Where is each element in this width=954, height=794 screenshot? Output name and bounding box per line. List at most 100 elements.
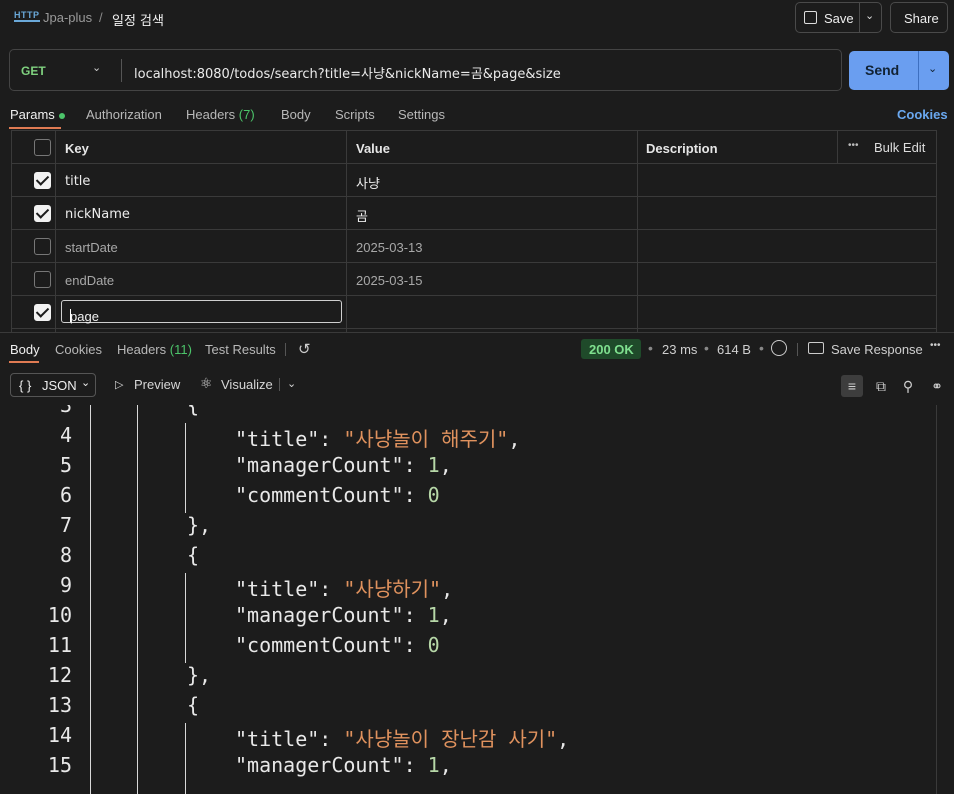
response-size[interactable]: 614 B [717,342,751,357]
braces-icon: { } [19,378,32,393]
save-button[interactable]: Save ⌄ [795,2,882,33]
globe-icon[interactable] [771,340,787,356]
text-caret [70,309,71,322]
code-line: "title": "사냥놀이 해주기", [235,423,520,452]
json-colon: : [319,427,344,451]
param-key: page [70,309,99,324]
param-key[interactable]: nickName [65,207,130,222]
json-comma: , [439,453,452,477]
chevron-down-icon[interactable]: ⌄ [865,9,874,22]
url-input[interactable]: localhost:8080/todos/search?title=사냥&nic… [134,63,561,82]
divider [279,378,280,391]
cookies-link[interactable]: Cookies [897,107,948,122]
visualize-button[interactable]: Visualize [221,377,273,392]
param-checkbox[interactable] [34,172,51,189]
panel-divider[interactable] [0,332,954,333]
divider [285,343,286,356]
param-value[interactable]: 2025-03-15 [356,273,423,288]
json-number-value: 1 [427,753,440,777]
table-row: title 사냥 [12,164,936,197]
param-checkbox[interactable] [34,271,51,288]
select-all-checkbox[interactable] [34,139,51,156]
json-colon: : [403,633,428,657]
param-key-input[interactable]: page [61,300,342,324]
preview-button[interactable]: Preview [134,377,180,392]
tab-authorization[interactable]: Authorization [86,107,162,122]
link-icon[interactable]: ⚭ [926,375,948,397]
param-checkbox[interactable] [34,304,51,321]
param-key[interactable]: endDate [65,273,114,288]
tab-scripts[interactable]: Scripts [335,107,375,122]
param-value[interactable]: 2025-03-13 [356,240,423,255]
param-key[interactable]: startDate [65,240,118,255]
tab-response-headers[interactable]: Headers (11) [117,342,192,357]
line-number: 5 [59,453,72,477]
code-line: "title": "사냥하기", [235,573,453,602]
tab-body[interactable]: Body [281,107,311,122]
history-icon[interactable]: ↺ [298,340,311,358]
json-colon: : [403,603,428,627]
json-number-value: 1 [427,603,440,627]
separator-dot: • [648,340,653,356]
line-number: 15 [47,753,72,777]
response-time[interactable]: 23 ms [662,342,697,357]
json-number-value: 1 [427,453,440,477]
json-punctuation: }, [187,513,212,537]
response-body-viewer[interactable]: 3 {4 "title": "사냥놀이 해주기", 5 "managerCount": … [0,405,954,794]
json-colon: : [319,577,344,601]
scrollbar-track[interactable] [936,405,937,794]
param-checkbox[interactable] [34,205,51,222]
params-table: Key Value Description ••• Bulk Edit titl… [11,130,937,333]
table-row: nickName 곰 [12,197,936,230]
send-button[interactable]: Send [849,51,918,90]
divider [797,343,798,356]
indent-guide [90,405,91,794]
breadcrumb-collection[interactable]: Jpa-plus [43,10,92,25]
headers-count: (7) [238,107,255,122]
tab-params[interactable]: Params [10,107,65,122]
column-header-description: Description [646,141,718,156]
json-key: "commentCount" [235,633,404,657]
param-value[interactable]: 곰 [356,206,368,225]
chevron-down-icon[interactable]: ⌄ [287,377,296,390]
tab-response-cookies[interactable]: Cookies [55,342,102,357]
format-select[interactable]: { } JSON ⌄ [10,373,96,397]
request-name[interactable]: 일정 검색 [112,10,164,29]
share-button[interactable]: Share [890,2,948,33]
json-colon: : [403,483,428,507]
chevron-down-icon[interactable]: ⌄ [92,61,101,74]
tab-settings[interactable]: Settings [398,107,445,122]
tab-label: Headers [186,107,236,122]
tab-test-results[interactable]: Test Results [205,342,276,357]
copy-icon[interactable]: ⧉ [870,375,892,397]
line-number: 12 [47,663,72,687]
more-icon[interactable]: ••• [930,340,941,351]
save-icon [804,11,817,24]
bulk-edit-button[interactable]: Bulk Edit [874,140,925,155]
json-string-value: "사냥놀이 장난감 사기" [343,727,558,751]
line-number: 9 [59,573,72,597]
param-key[interactable]: title [65,174,90,189]
line-number: 3 [59,405,72,417]
param-checkbox[interactable] [34,238,51,255]
json-key: "commentCount" [235,483,404,507]
tab-response-body[interactable]: Body [10,342,40,357]
method-select[interactable]: GET [21,64,46,78]
search-icon[interactable]: ⚲ [897,375,919,397]
code-line: { [187,405,199,417]
status-badge[interactable]: 200 OK [581,339,641,359]
divider [837,131,838,164]
wrap-lines-icon[interactable]: ≡ [841,375,863,397]
param-value[interactable]: 사냥 [356,173,380,192]
line-number: 11 [47,633,72,657]
send-options-button[interactable]: ⌄ [918,51,949,90]
save-response-button[interactable]: Save Response [831,342,923,357]
json-colon: : [403,453,428,477]
indent-guide [185,423,186,513]
json-comma: , [439,753,452,777]
indent-guide [185,573,186,663]
more-icon[interactable]: ••• [848,140,859,151]
tab-headers[interactable]: Headers (7) [186,107,255,122]
divider [859,3,860,32]
http-request-icon: HTTP [14,10,40,22]
